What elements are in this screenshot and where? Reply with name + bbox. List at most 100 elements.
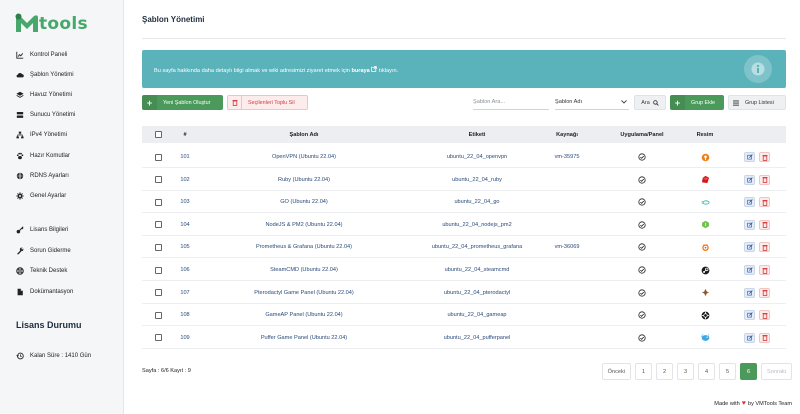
filter-select[interactable]: Şablon Adı xyxy=(555,95,629,110)
sidebar-item-network[interactable]: IPv4 Yönetimi xyxy=(16,129,67,141)
check-circle-icon xyxy=(638,311,646,319)
search-button[interactable]: Ara xyxy=(634,95,666,110)
row-actions xyxy=(737,304,777,326)
license-remaining-text: Kalan Süre : 1410 Gün xyxy=(30,353,92,359)
pagination-next[interactable]: Sonraki xyxy=(761,363,792,380)
heart-icon: ♥ xyxy=(741,400,746,407)
table-row[interactable]: 107 Pterodactyl Game Panel (Ubuntu 22.04)… xyxy=(142,282,786,304)
new-template-button[interactable]: + Yeni Şablon Oluştur xyxy=(142,95,223,110)
delete-button[interactable] xyxy=(759,197,770,208)
delete-button[interactable] xyxy=(759,219,770,230)
lifebuoy-icon xyxy=(16,267,24,275)
bulk-delete-button[interactable]: Seçilenleri Toplu Sil xyxy=(227,95,308,110)
edit-button[interactable] xyxy=(744,152,755,162)
delete-button[interactable] xyxy=(759,287,770,298)
row-app-status xyxy=(607,214,677,236)
info-text-post: tıklayın. xyxy=(378,68,399,74)
delete-button[interactable] xyxy=(759,310,770,321)
edit-button[interactable] xyxy=(744,332,755,343)
pagination-page[interactable]: 4 xyxy=(698,363,716,380)
table-row[interactable]: 109 Puffer Game Panel (Ubuntu 22.04) ubunt… xyxy=(142,327,786,349)
checkbox-box xyxy=(154,153,162,161)
row-template-name: GameAP Panel (Ubuntu 22.04) xyxy=(265,312,343,319)
table-row[interactable]: 108 GameAP Panel (Ubuntu 22.04) ubuntu_22_… xyxy=(142,304,786,327)
edit-button[interactable] xyxy=(744,242,755,253)
sidebar-item-lifebuoy[interactable]: Teknik Destek xyxy=(16,265,67,277)
row-checkbox[interactable] xyxy=(151,304,165,326)
header-id: # xyxy=(183,131,187,138)
row-checkbox[interactable] xyxy=(151,169,165,191)
row-template-name: NodeJS & PM2 (Ubuntu 22.04) xyxy=(265,221,343,228)
row-checkbox[interactable] xyxy=(151,214,165,236)
row-checkbox[interactable] xyxy=(151,236,165,258)
delete-button[interactable] xyxy=(759,242,770,253)
row-source xyxy=(537,282,597,304)
pagination-page[interactable]: 5 xyxy=(719,363,737,380)
select-all-checkbox[interactable] xyxy=(151,126,165,143)
table-header: # Şablon Adı Etiketi Kaynağı Uygulama/Pa… xyxy=(142,126,786,143)
row-checkbox[interactable] xyxy=(151,146,165,168)
edit-button[interactable] xyxy=(744,197,755,208)
row-checkbox[interactable] xyxy=(151,191,165,213)
checkbox-box xyxy=(154,198,162,206)
edit-icon xyxy=(746,154,753,160)
search-icon xyxy=(652,99,659,106)
row-app-status xyxy=(607,282,677,304)
sidebar-item-file[interactable]: Dokümantasyon xyxy=(16,286,73,298)
chevron-down-icon xyxy=(621,100,627,104)
edit-button[interactable] xyxy=(744,174,755,185)
edit-button[interactable] xyxy=(744,219,755,230)
table-row[interactable]: 105 Prometheus & Grafana (Ubuntu 22.04) ub… xyxy=(142,236,786,259)
checkbox-box xyxy=(154,334,162,342)
table-row[interactable]: 102 Ruby (Ubuntu 22.04) ubuntu_22_04_ruby xyxy=(142,169,786,191)
add-group-label: Grup Ekle xyxy=(691,99,715,106)
sidebar-item-cloud[interactable]: Şablon Yönetimi xyxy=(16,69,74,81)
trash-icon xyxy=(762,312,767,319)
table-row[interactable]: 106 SteamCMD (Ubuntu 22.04) ubuntu_22_04_s… xyxy=(142,259,786,281)
made-post: by VMTools Team xyxy=(747,400,792,407)
row-checkbox[interactable] xyxy=(151,259,165,281)
sidebar-item-gear[interactable]: Genel Ayarlar xyxy=(16,190,66,202)
sidebar-item-layers[interactable]: Havuz Yönetimi xyxy=(16,89,72,101)
history-icon xyxy=(16,352,24,360)
pagination-page[interactable]: 6 xyxy=(740,363,758,380)
openvpn-logo-icon xyxy=(701,153,709,161)
checkbox-box xyxy=(154,289,162,297)
group-list-button[interactable]: Grup Listesi xyxy=(728,95,786,110)
search-input[interactable]: Şablon Ara... xyxy=(473,95,549,110)
table-row[interactable]: 101 OpenVPN (Ubuntu 22.04) ubuntu_22_04_op… xyxy=(142,146,786,168)
edit-button[interactable] xyxy=(744,265,755,275)
delete-button[interactable] xyxy=(759,174,770,185)
row-source: vm-36069 xyxy=(554,244,580,251)
sidebar-item-server[interactable]: Sunucu Yönetimi xyxy=(16,109,75,121)
trash-icon xyxy=(762,154,767,161)
checkbox-box xyxy=(154,221,162,229)
sidebar-item-chart-line[interactable]: Kontrol Paneli xyxy=(16,49,67,61)
sidebar-item-paw[interactable]: Hazır Komutlar xyxy=(16,150,70,162)
sidebar-item-wrench[interactable]: Sorun Giderme xyxy=(16,245,71,257)
add-group-button[interactable]: + Grup Ekle xyxy=(670,95,724,110)
sidebar-item-globe[interactable]: RDNS Ayarları xyxy=(16,170,69,182)
info-link[interactable]: buraya xyxy=(351,66,378,74)
chart-line-icon xyxy=(16,51,24,59)
vmtools-logo[interactable]: tools xyxy=(14,12,88,34)
table-row[interactable]: 103 GO (Ubuntu 22.04) ubuntu_22_04_go xyxy=(142,191,786,214)
delete-button[interactable] xyxy=(759,265,770,275)
checkbox-box xyxy=(154,266,162,274)
edit-button[interactable] xyxy=(744,287,755,298)
group-list-label: Grup Listesi xyxy=(745,99,774,106)
row-id: 101 xyxy=(180,154,190,160)
sidebar-item-key[interactable]: Lisans Bilgileri xyxy=(16,224,68,236)
pagination-page[interactable]: 3 xyxy=(677,363,695,380)
edit-button[interactable] xyxy=(744,310,755,321)
row-checkbox[interactable] xyxy=(151,327,165,349)
pagination-page[interactable]: 1 xyxy=(635,363,653,380)
delete-button[interactable] xyxy=(759,152,770,162)
delete-button[interactable] xyxy=(759,332,770,343)
check-circle-icon xyxy=(638,288,646,297)
row-checkbox[interactable] xyxy=(151,282,165,304)
table-row[interactable]: 104 NodeJS & PM2 (Ubuntu 22.04) ubuntu_22_… xyxy=(142,214,786,236)
pagination-page[interactable]: 2 xyxy=(656,363,674,380)
pagination-prev[interactable]: Önceki xyxy=(601,363,632,380)
check-circle-icon xyxy=(638,266,646,274)
